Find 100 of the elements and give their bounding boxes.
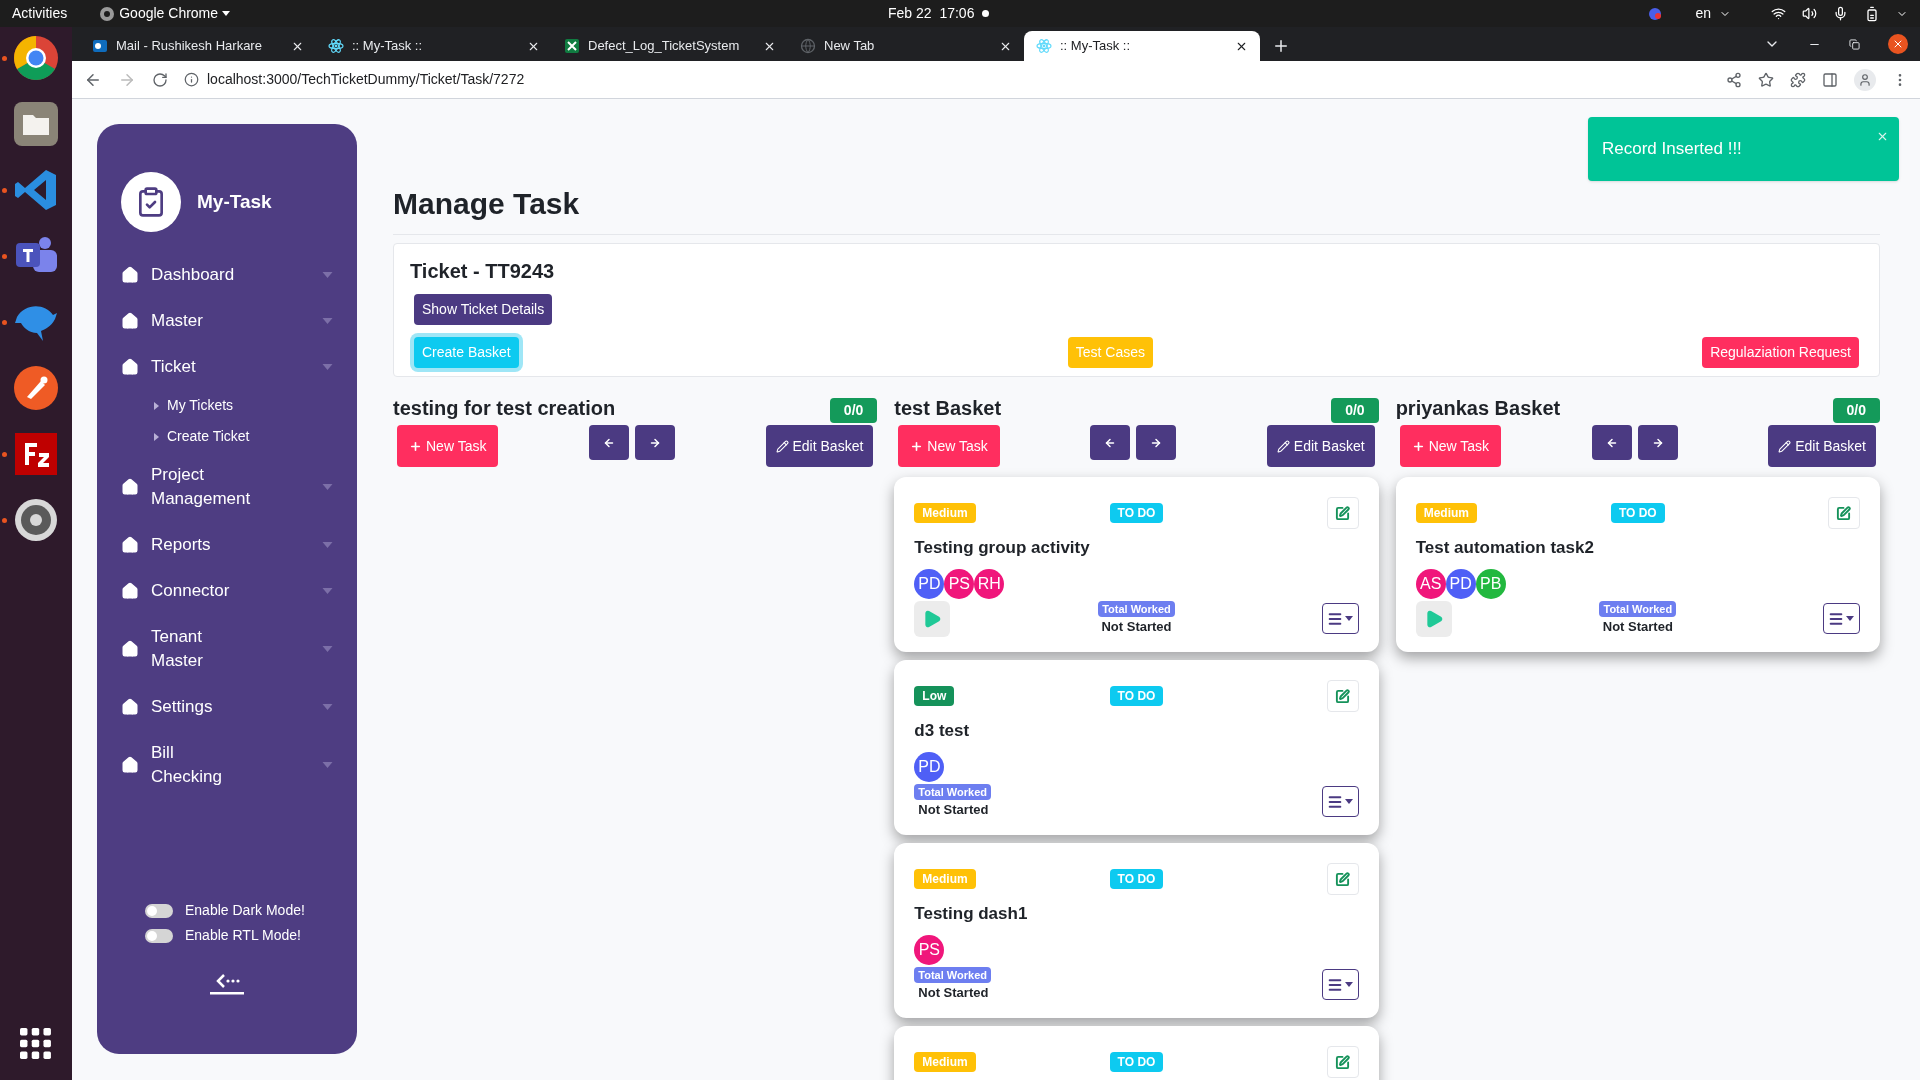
ticket-title: Ticket - TT9243 (410, 259, 555, 284)
toggle-switch[interactable] (145, 903, 173, 918)
nav-item[interactable]: Dashboard (121, 252, 333, 298)
user-icon (1858, 72, 1872, 87)
new-task-button[interactable]: New Task (898, 425, 1000, 467)
plus-icon (409, 439, 422, 453)
nav-item[interactable]: Project Management (121, 452, 333, 522)
profile-button[interactable] (1854, 68, 1876, 91)
task-menu-button[interactable] (1321, 786, 1359, 817)
task-count-badge: 0/0 (829, 398, 878, 423)
nav-subitem[interactable]: My Tickets (121, 390, 333, 421)
toggle-switch[interactable] (145, 928, 173, 943)
edit-task-button[interactable] (1326, 497, 1359, 529)
address-field[interactable]: localhost:3000/TechTicketDummy/Ticket/Task/7272 (184, 69, 1710, 90)
browser-tab[interactable]: :: My-Task :: (316, 31, 552, 61)
arrow-left-icon (602, 436, 615, 449)
ticket-action-button[interactable]: Regulaziation Request (1702, 337, 1859, 368)
assignee-avatar: RH (974, 568, 1005, 599)
restore-icon[interactable] (1849, 38, 1860, 50)
new-tab-icon[interactable] (1272, 37, 1290, 55)
status-badge: TO DO (1109, 869, 1164, 889)
extensions-icon[interactable] (1790, 71, 1806, 88)
caret-icon (1345, 982, 1354, 987)
nav-item[interactable]: Master (121, 298, 333, 344)
move-left-button[interactable] (588, 425, 629, 460)
folder-icon[interactable] (11, 99, 61, 149)
show-ticket-details-button[interactable]: Show Ticket Details (414, 294, 553, 325)
nav-item[interactable]: Settings (121, 684, 333, 730)
assignee-avatar: PD (1445, 568, 1476, 599)
task-menu-button[interactable] (1823, 603, 1860, 634)
move-right-button[interactable] (1637, 425, 1678, 460)
new-task-button[interactable]: New Task (1399, 425, 1502, 467)
nav-subitem[interactable]: Create Ticket (121, 421, 333, 452)
tab-title: Defect_Log_TicketSystem (588, 37, 741, 56)
home-icon (121, 698, 139, 716)
window-close-button[interactable] (1888, 34, 1908, 54)
status-badge: TO DO (1109, 686, 1164, 706)
plus-icon (1411, 439, 1425, 453)
nav-item[interactable]: Reports (121, 522, 333, 568)
side-panel-icon[interactable] (1822, 71, 1838, 88)
reload-icon[interactable] (152, 71, 168, 88)
brand-name: My-Task (197, 189, 272, 214)
menu-icon (1828, 610, 1845, 627)
nav-item[interactable]: Connector (121, 568, 333, 614)
browser-tab[interactable]: New Tab (788, 31, 1024, 61)
move-right-button[interactable] (1136, 425, 1177, 460)
tab-title: :: My-Task :: (1060, 37, 1132, 56)
edit-task-button[interactable] (1326, 1046, 1359, 1078)
nav-item[interactable]: Bill Checking (121, 730, 333, 800)
activities-button[interactable]: Activities (12, 3, 68, 24)
spreadsheet-icon (564, 38, 580, 54)
caret-icon (322, 542, 333, 548)
browser-tab[interactable]: Mail - Rushikesh Harkare (80, 31, 316, 61)
nav-item[interactable]: Tenant Master (121, 614, 333, 684)
browser-tab[interactable]: :: My-Task :: (1024, 31, 1260, 61)
edit-basket-button[interactable]: Edit Basket (1266, 425, 1375, 467)
priority-badge: Medium (914, 1052, 976, 1072)
assignee-avatar: PS (944, 568, 975, 599)
collapse-sidebar-icon[interactable] (210, 972, 244, 996)
assignee-avatar: AS (1415, 568, 1446, 599)
task-title: d3 test (914, 720, 971, 742)
edit-task-button[interactable] (1326, 680, 1359, 712)
running-indicator (2, 451, 7, 457)
move-right-button[interactable] (634, 425, 675, 460)
assignee-avatar: PD (914, 568, 945, 599)
total-worked-badge: Total Worked (914, 966, 991, 983)
app-grid-icon[interactable] (20, 1028, 52, 1060)
total-worked-badge: Total Worked (1599, 600, 1677, 617)
arrow-right-icon (648, 436, 661, 449)
home-icon (121, 266, 139, 284)
nav-item[interactable]: Ticket (121, 344, 333, 390)
share-icon[interactable] (1726, 71, 1742, 88)
edit-basket-button[interactable]: Edit Basket (1768, 425, 1876, 467)
status-badge: TO DO (1610, 503, 1665, 523)
running-indicator (2, 187, 7, 193)
toggle-label: Enable RTL Mode! (185, 926, 301, 945)
caret-icon (1846, 616, 1855, 621)
caret-icon (322, 646, 333, 652)
task-count-badge: 0/0 (1331, 398, 1379, 423)
task-menu-button[interactable] (1321, 603, 1359, 634)
running-indicator (2, 253, 7, 259)
edit-basket-button[interactable]: Edit Basket (765, 425, 874, 467)
task-menu-button[interactable] (1321, 969, 1359, 1000)
move-left-button[interactable] (1090, 425, 1131, 460)
priority-badge: Low (914, 686, 955, 706)
pen-circle-icon[interactable] (11, 363, 61, 413)
edit-task-button[interactable] (1828, 497, 1860, 529)
move-left-button[interactable] (1591, 425, 1632, 460)
clock[interactable]: Feb 22 17:06 (888, 3, 975, 24)
language-menu[interactable]: en (1695, 3, 1731, 24)
star-icon[interactable] (1758, 71, 1774, 88)
edit-task-button[interactable] (1326, 863, 1359, 895)
home-icon (121, 358, 139, 376)
toggle-label: Enable Dark Mode! (185, 901, 305, 920)
task-count-badge: 0/0 (1832, 398, 1880, 423)
browser-tab[interactable]: Defect_Log_TicketSystem (552, 31, 788, 61)
new-task-button[interactable]: New Task (397, 425, 499, 467)
caret-icon (222, 11, 231, 16)
info-icon (184, 72, 199, 87)
app-menu[interactable]: Google Chrome (99, 3, 231, 24)
